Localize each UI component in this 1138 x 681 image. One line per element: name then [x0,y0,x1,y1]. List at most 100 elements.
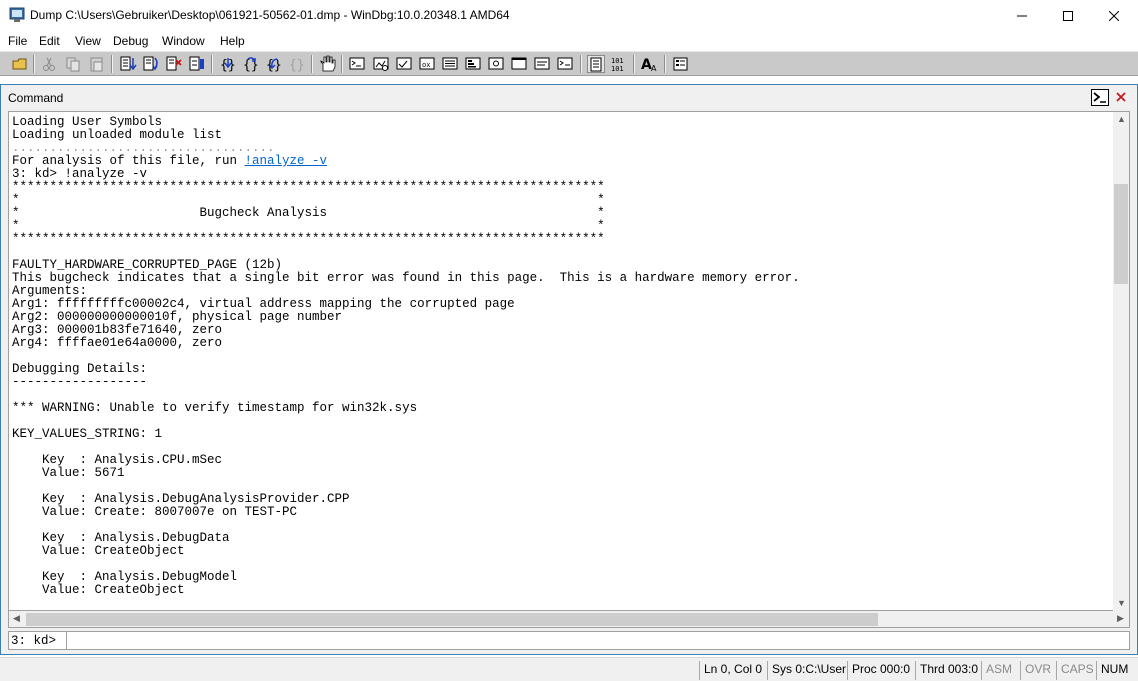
locals-window-icon [396,57,412,70]
disassembly-window-button[interactable] [487,55,505,73]
horizontal-scroll-thumb[interactable] [26,613,878,626]
copy-icon [66,57,80,72]
status-bar: Ln 0, Col 0 Sys 0:C:\User Proc 000:0 Thr… [0,657,1138,681]
output-line: Arg4: ffffae01e64a0000, zero [12,336,223,350]
copy-button[interactable] [64,55,82,73]
memory-window-icon [442,57,458,70]
memory-window-button[interactable] [441,55,459,73]
command-prompt-icon[interactable] [1091,89,1109,106]
command-output[interactable]: Loading User Symbols Loading unloaded mo… [8,111,1113,611]
step-into-button[interactable] [119,55,137,73]
stop-icon: {} [289,58,305,73]
status-asm: ASM [981,661,1016,680]
binary-icon: 101101 [611,57,624,73]
step-over-icon [143,56,158,71]
output-line: KEY_VALUES_STRING: 1 [12,427,163,441]
stop-button[interactable]: {} [288,55,306,73]
minimize-button[interactable] [999,0,1045,31]
close-button[interactable] [1091,0,1137,31]
minimize-icon [1017,15,1027,16]
binary-button[interactable]: 101 101 [610,55,628,73]
menu-help[interactable]: Help [220,34,245,48]
scratch-pad-button[interactable] [510,55,528,73]
svg-text:101: 101 [611,65,624,73]
call-stack-icon [465,57,481,70]
status-num: NUM [1096,661,1132,680]
watch-window-button[interactable] [372,55,390,73]
output-line: ------------------ [12,375,148,389]
vertical-scroll-thumb[interactable] [1114,184,1128,284]
output-line: Value: CreateObject [12,583,185,597]
window-title: Dump C:\Users\Gebruiker\Desktop\061921-5… [30,8,510,22]
output-line: This bugcheck indicates that a single bi… [12,271,800,285]
status-caps: CAPS [1056,661,1098,680]
toolbar-separator [111,55,113,73]
registers-window-button[interactable]: ox [418,55,436,73]
scroll-right-icon[interactable]: ▶ [1117,613,1124,624]
break-icon: {} [266,58,282,73]
go-button[interactable]: {} [219,55,237,73]
cut-button[interactable] [40,55,58,73]
scroll-left-icon[interactable]: ◀ [13,613,20,624]
toolbar-separator [341,55,343,73]
command-line: 3: kd> [8,631,1130,650]
font-button[interactable]: AA [641,55,659,73]
source-window-button[interactable] [556,55,574,73]
menu-window[interactable]: Window [162,34,205,48]
command-window-icon [349,57,365,70]
open-icon [12,58,27,70]
scroll-up-icon[interactable]: ▲ [1117,114,1126,124]
font-icon: AA [641,57,657,73]
menu-debug[interactable]: Debug [113,34,148,48]
title-bar: Dump C:\Users\Gebruiker\Desktop\061921-5… [0,0,1138,31]
command-window-button[interactable] [348,55,366,73]
processes-threads-icon [534,57,550,70]
svg-text:{}: {} [289,58,305,73]
processes-threads-button[interactable] [533,55,551,73]
command-input[interactable] [66,632,1129,649]
step-out-icon [166,56,182,71]
toolbar: {} {} {} {} ox 101 101 A A [0,51,1138,76]
vertical-scrollbar[interactable]: ▲ ▼ [1113,111,1130,611]
locals-window-button[interactable] [395,55,413,73]
scroll-down-icon[interactable]: ▼ [1117,598,1126,608]
maximize-button[interactable] [1045,0,1091,31]
run-to-cursor-button[interactable] [188,55,206,73]
hand-button[interactable] [318,55,336,73]
run-to-cursor-icon [189,56,204,71]
source-window-icon [557,57,573,70]
scratch-pad-icon [511,57,527,70]
menu-edit[interactable]: Edit [39,34,60,48]
restart-icon: {} [243,57,259,73]
step-out-button[interactable] [165,55,183,73]
options-button[interactable] [672,55,690,73]
horizontal-scrollbar[interactable]: ◀ ▶ [8,611,1130,628]
cut-icon [43,57,55,71]
close-icon[interactable] [1113,89,1129,105]
analyze-link[interactable]: !analyze -v [245,154,328,168]
status-sys: Sys 0:C:\User [767,661,850,680]
paste-icon [90,57,103,72]
svg-text:101: 101 [611,57,624,65]
command-window-title: Command [8,91,64,105]
options-icon [673,57,688,71]
status-proc: Proc 000:0 [847,661,914,680]
source-mode-icon [590,57,602,72]
open-button[interactable] [11,55,29,73]
paste-button[interactable] [88,55,106,73]
output-text: For analysis of this file, run [12,154,245,168]
source-mode-button[interactable] [587,55,605,73]
toolbar-separator [664,55,666,73]
menu-file[interactable]: File [8,34,27,48]
call-stack-button[interactable] [464,55,482,73]
step-over-button[interactable] [142,55,160,73]
break-button[interactable]: {} [265,55,283,73]
menu-bar: File Edit View Debug Window Help [0,31,1138,51]
windbg-app-icon [9,7,25,22]
status-thrd: Thrd 003:0 [915,661,982,680]
menu-view[interactable]: View [75,34,101,48]
svg-text:ox: ox [422,61,430,69]
restart-button[interactable]: {} [242,55,260,73]
toolbar-separator [33,55,35,73]
toolbar-separator [633,55,635,73]
